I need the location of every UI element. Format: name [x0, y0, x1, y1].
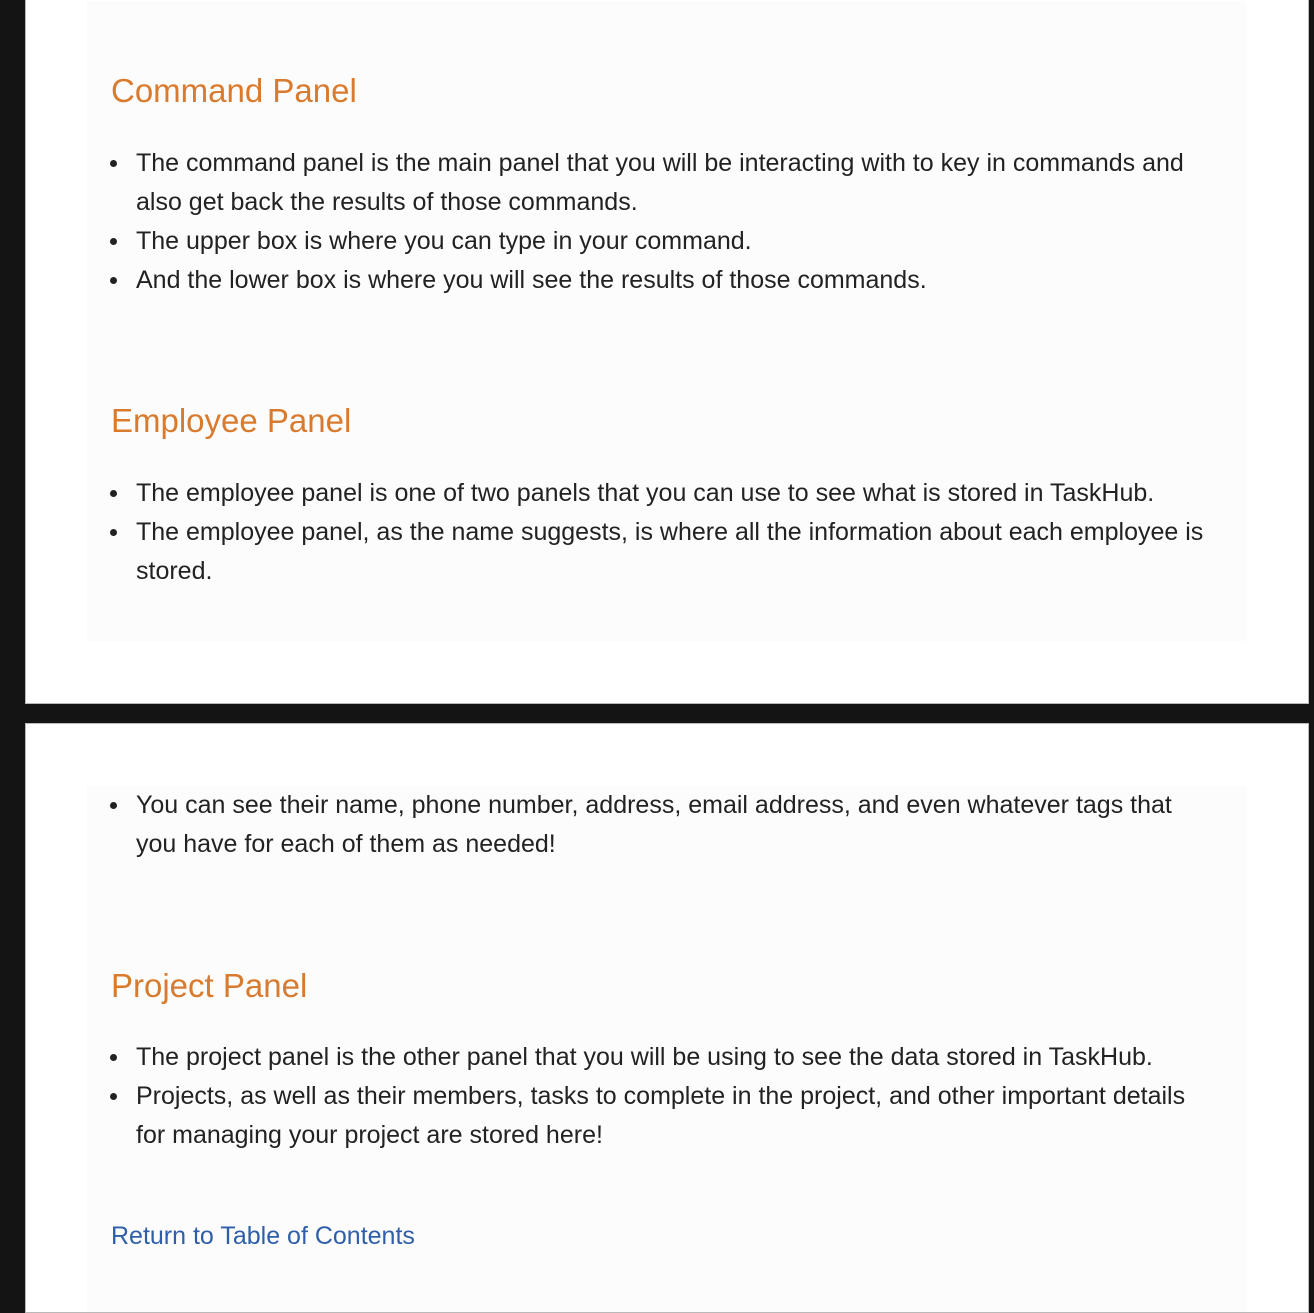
- list-item: The project panel is the other panel tha…: [110, 1038, 1216, 1077]
- list-item: The employee panel, as the name suggests…: [110, 513, 1216, 591]
- page-content: You can see their name, phone number, ad…: [87, 786, 1247, 1312]
- command-panel-bullet-list: The command panel is the main panel that…: [110, 144, 1216, 300]
- employee-panel-bullet-list: The employee panel is one of two panels …: [110, 474, 1216, 591]
- project-panel-heading: Project Panel: [111, 967, 308, 1004]
- list-item: The command panel is the main panel that…: [110, 144, 1216, 222]
- return-to-toc-link[interactable]: Return to Table of Contents: [111, 1220, 415, 1252]
- list-item: And the lower box is where you will see …: [110, 261, 1216, 300]
- list-item: You can see their name, phone number, ad…: [110, 786, 1216, 864]
- page-content: Command Panel The command panel is the m…: [87, 1, 1247, 641]
- list-item: The upper box is where you can type in y…: [110, 222, 1216, 261]
- employee-panel-bullet-list-continued: You can see their name, phone number, ad…: [110, 786, 1216, 864]
- document-page-1: Command Panel The command panel is the m…: [25, 0, 1309, 704]
- employee-panel-heading: Employee Panel: [111, 402, 352, 439]
- document-page-2: You can see their name, phone number, ad…: [25, 723, 1309, 1313]
- list-item: Projects, as well as their members, task…: [110, 1077, 1216, 1155]
- command-panel-heading: Command Panel: [111, 72, 357, 109]
- project-panel-bullet-list: The project panel is the other panel tha…: [110, 1038, 1216, 1155]
- list-item: The employee panel is one of two panels …: [110, 474, 1216, 513]
